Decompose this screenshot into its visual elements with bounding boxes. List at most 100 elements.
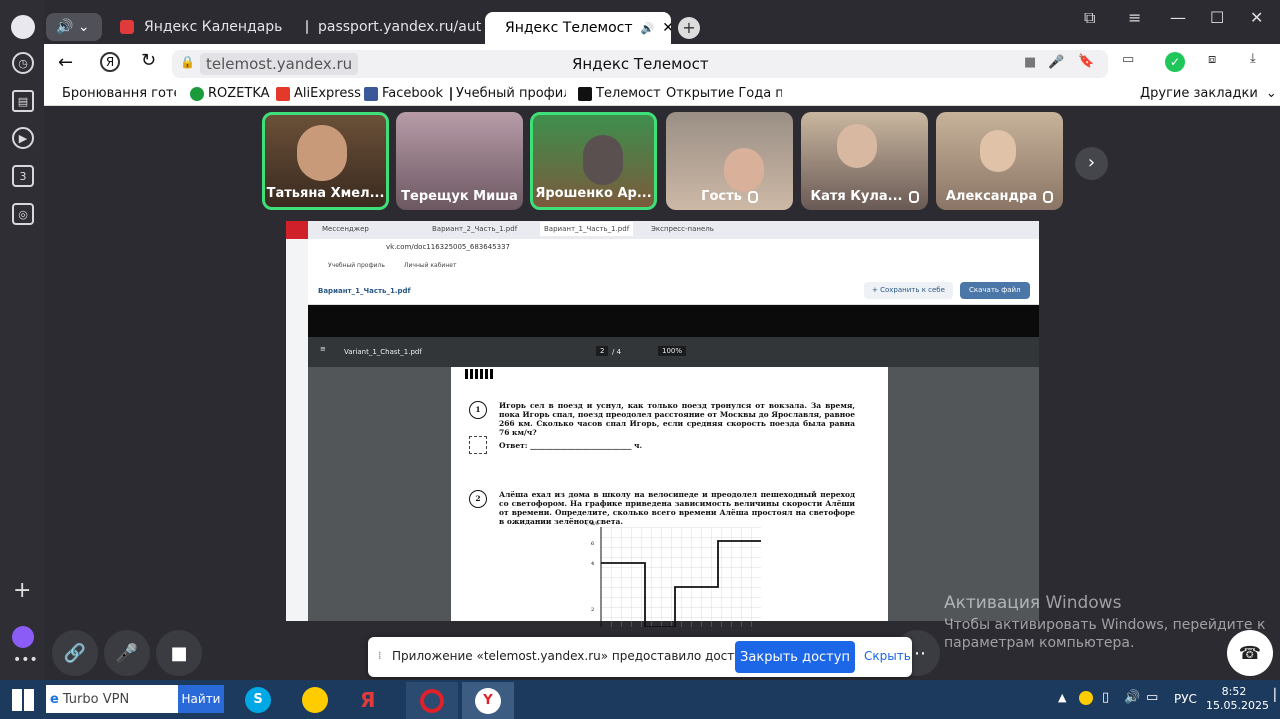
yandex-icon[interactable]: Я (100, 52, 120, 72)
opera-app-icon[interactable] (406, 682, 458, 719)
yandex-logo-icon[interactable] (11, 15, 35, 39)
tab-calendar[interactable]: Яндекс Календарь (120, 13, 290, 41)
collections-icon[interactable]: ▤ (12, 90, 34, 112)
vpn-app-icon[interactable] (302, 687, 328, 713)
skype-icon[interactable]: S (245, 687, 271, 713)
download-file-button: Скачать файл (960, 282, 1030, 299)
history-icon[interactable]: ◷ (12, 52, 34, 74)
participant-avatar (837, 124, 877, 168)
counter-icon[interactable]: 3 (12, 165, 34, 187)
close-window-icon[interactable]: ✕ (1250, 8, 1263, 27)
search-button[interactable]: Найти (178, 685, 224, 713)
alice-icon[interactable] (12, 626, 34, 648)
microphone-button[interactable]: 🎤 (104, 630, 150, 676)
bookmark-aliexpress[interactable]: AliExpress (276, 86, 361, 101)
menu-icon[interactable]: ≡ (1128, 8, 1141, 27)
volume-icon[interactable]: 🔊 (1124, 690, 1140, 705)
clock[interactable]: 8:52 15.05.2025 (1206, 685, 1269, 713)
camera-button[interactable]: ■ (156, 630, 202, 676)
mic-off-icon (747, 190, 758, 203)
pdf-black-bar (308, 305, 1039, 337)
opera-logo-icon (286, 221, 308, 239)
svg-text:2: 2 (591, 607, 594, 613)
bookmark-profile[interactable]: Учебный профиль (450, 86, 566, 101)
mic-off-icon (1043, 190, 1054, 203)
url-text[interactable]: telemost.yandex.ru (200, 53, 359, 75)
tab-close-icon[interactable]: ✕ (662, 20, 671, 36)
protect-check-icon[interactable]: ✓ (1165, 52, 1185, 72)
rozetka-icon (190, 86, 204, 101)
participant-avatar (724, 148, 764, 192)
edge-icon: e (50, 691, 59, 707)
lock-icon: 🔒 (180, 55, 195, 69)
participant-avatar (980, 130, 1016, 172)
share-notice: ⁞ Приложение «telemost.yandex.ru» предос… (368, 637, 912, 677)
tab-bar: 🔊 ⌄ Яндекс Календарь passport.yandex.ru/… (44, 0, 1280, 44)
bookmarks-bar: Бронювання готе ROZETKA AliExpress Faceb… (44, 82, 1280, 106)
minimize-icon[interactable]: — (1170, 8, 1186, 27)
bookmark-rozetka[interactable]: ROZETKA (190, 86, 270, 101)
page-title: Яндекс Телемост (572, 55, 709, 73)
media-play-icon[interactable]: ▶ (12, 127, 34, 149)
pdf-page: 1 Игорь сел в поезд и уснул, как только … (451, 367, 888, 627)
taskbar-search[interactable]: e Turbo VPN (46, 685, 178, 713)
document-icon (450, 86, 452, 101)
shared-tab: Вариант_1_Часть_1.pdf (540, 222, 634, 236)
notifications-icon[interactable]: ▕ (1266, 688, 1275, 702)
aliexpress-icon (276, 86, 290, 101)
download-icon[interactable]: ⤓ (1250, 51, 1256, 66)
save-to-self-button: + Сохранить к себе (864, 282, 953, 299)
language-indicator[interactable]: РУС (1174, 692, 1197, 706)
more-icon[interactable]: ••• (13, 652, 38, 668)
tray-chevron-icon[interactable]: ▲ (1058, 691, 1066, 704)
extensions-icon[interactable]: ⧈ (1208, 52, 1216, 67)
windows-start-icon[interactable] (12, 689, 34, 711)
participant-tile[interactable]: Александра (936, 112, 1063, 210)
hide-button[interactable]: Скрыть (864, 649, 911, 663)
svg-text:6: 6 (591, 541, 594, 547)
other-bookmarks[interactable]: Другие закладки ⌄ (1140, 86, 1277, 101)
shared-tab-bar: Мессенджер Вариант_2_Часть_1.pdf Вариант… (286, 221, 1039, 239)
tray-app-icon[interactable] (1079, 691, 1093, 705)
yandex-app-icon[interactable]: Я (360, 688, 375, 712)
menu-icon[interactable]: ▭ (1122, 52, 1134, 67)
screen: ◷ ▤ ▶ 3 ◎ + ••• 🔊 ⌄ Яндекс Календарь pas… (0, 0, 1280, 719)
add-icon[interactable]: + (13, 578, 31, 603)
address-bar[interactable]: 🔒 telemost.yandex.ru Яндекс Телемост ■ 🎤… (172, 50, 1108, 78)
screenshot-icon[interactable]: ◎ (12, 203, 34, 225)
tab-telemost[interactable]: Яндекс Телемост 🔊 ✕ (485, 12, 671, 44)
participant-avatar (583, 135, 623, 185)
participant-tile[interactable]: Терещук Миша (396, 112, 523, 210)
back-icon[interactable]: ← (58, 52, 73, 73)
tab-passport[interactable]: passport.yandex.ru/auth/ (306, 13, 482, 41)
maximize-icon[interactable]: ☐ (1210, 8, 1224, 27)
network-icon[interactable]: ▯ (1102, 690, 1109, 705)
bookmark-telemost[interactable]: Телемост (578, 86, 661, 101)
yandex-browser-app-icon[interactable]: Y (462, 682, 514, 719)
participant-tile[interactable]: Ярошенко Ар... (530, 112, 657, 210)
display-icon[interactable]: ▭ (1146, 690, 1158, 705)
answer-box (469, 436, 487, 454)
tabs-menu-icon[interactable]: ⧉ (1084, 8, 1095, 28)
shared-screen: Мессенджер Вариант_2_Часть_1.pdf Вариант… (286, 221, 1039, 627)
participant-tile[interactable]: Гость (666, 112, 793, 210)
pdf-viewport: 1 Игорь сел в поезд и уснул, как только … (308, 367, 1039, 627)
shared-tab: Вариант_2_Часть_1.pdf (432, 225, 518, 233)
tab-audio-icon: 🔊 (640, 21, 655, 35)
new-tab-button[interactable]: + (678, 17, 700, 39)
stop-sharing-button[interactable]: Закрыть доступ (735, 641, 855, 673)
participant-tile[interactable]: Татьяна Хмел... (262, 112, 389, 210)
bookmark-booking[interactable]: Бронювання готе (58, 86, 176, 101)
bookmark-facebook[interactable]: Facebook (364, 86, 443, 101)
meeting-area: Татьяна Хмел... Терещук Миша Ярошенко Ар… (44, 106, 1280, 680)
bookmark-icon[interactable]: 🔖 (1078, 54, 1094, 69)
share-link-button[interactable]: 🔗 (52, 630, 98, 676)
next-participants-button[interactable]: › (1075, 147, 1108, 180)
chevron-down-icon: ⌄ (1265, 86, 1277, 101)
sound-tab-icon[interactable]: 🔊 ⌄ (46, 13, 102, 41)
participant-tile[interactable]: Катя Кула... (801, 112, 928, 210)
reload-icon[interactable]: ↻ (141, 50, 156, 71)
drag-handle-icon[interactable]: ⁞ (378, 649, 382, 662)
bookmark-year[interactable]: Открытие Года пе (662, 86, 782, 101)
svg-text:4: 4 (591, 561, 594, 567)
